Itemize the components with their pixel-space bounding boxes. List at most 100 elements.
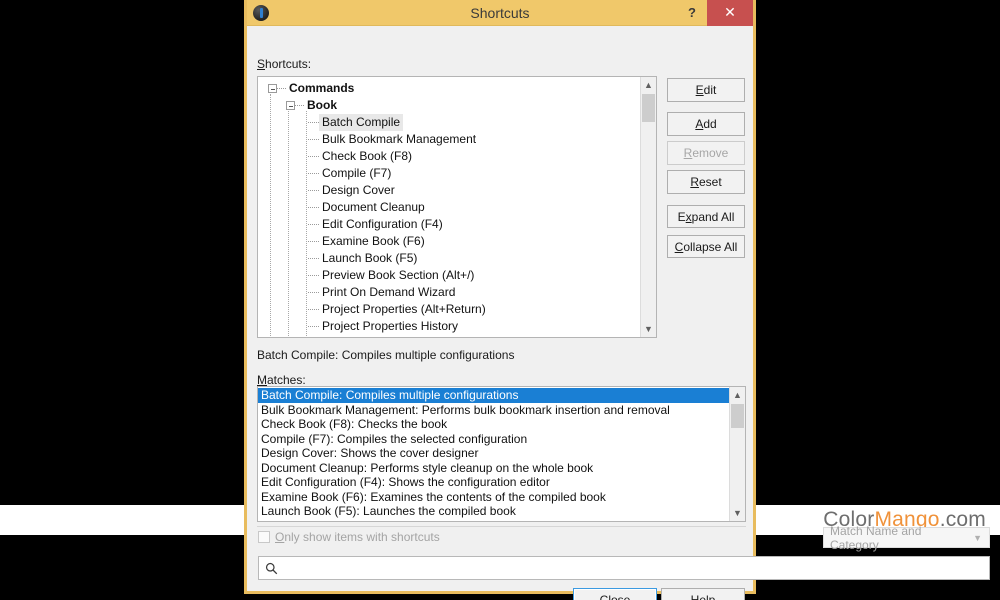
add-button-label: Add [695, 117, 717, 131]
tree-item-label: Design Cover [322, 183, 395, 197]
collapse-box-icon[interactable] [286, 101, 295, 110]
matches-vertical-scrollbar[interactable]: ▲ ▼ [729, 387, 745, 521]
tree-connector [308, 241, 319, 242]
match-row[interactable]: Design Cover: Shows the cover designer [258, 446, 745, 461]
tree-item-label: Document Cleanup [322, 200, 425, 214]
divider [257, 526, 746, 527]
tree-item-batch-compile[interactable]: Batch Compile [260, 114, 656, 131]
tree-item[interactable]: Edit Configuration (F4) [260, 216, 656, 233]
only-show-shortcuts-checkbox: Only show items with shortcuts [258, 530, 440, 544]
tree-node-commands[interactable]: Commands [260, 80, 656, 97]
tree-content: Commands Book Batch Compile Bulk Bookmar… [258, 77, 656, 337]
expand-all-button[interactable]: Expand All [667, 205, 745, 228]
match-row[interactable]: Compile (F7): Compiles the selected conf… [258, 432, 745, 447]
shortcuts-label: Shortcuts: [257, 57, 312, 71]
tree-item[interactable]: Preview Book Section (Alt+/) [260, 267, 656, 284]
tree-connector [308, 224, 319, 225]
tree-connector [308, 258, 319, 259]
match-row[interactable]: Edit Configuration (F4): Shows the confi… [258, 475, 745, 490]
tree-item[interactable]: Design Cover [260, 182, 656, 199]
search-input[interactable] [283, 558, 989, 578]
match-row[interactable]: Batch Compile: Compiles multiple configu… [258, 388, 745, 403]
edit-button[interactable]: Edit [667, 78, 745, 102]
commands-tree[interactable]: Commands Book Batch Compile Bulk Bookmar… [257, 76, 657, 338]
search-icon [265, 562, 278, 574]
tree-connector [308, 156, 319, 157]
tree-item-label: Examine Book (F6) [322, 234, 425, 248]
checkbox-box-icon [258, 531, 270, 543]
edit-button-label: Edit [695, 83, 717, 97]
tree-item[interactable]: Print On Demand Wizard [260, 284, 656, 301]
tree-item-label: Launch Book (F5) [322, 251, 418, 265]
collapse-all-button[interactable]: Collapse All [667, 235, 745, 258]
dialog-body: Shortcuts: Commands Book Batch Compile B… [247, 26, 990, 600]
tree-item-label: Preview Book Section (Alt+/) [322, 268, 475, 282]
search-box[interactable] [258, 556, 990, 580]
add-button[interactable]: Add [667, 112, 745, 136]
tree-item[interactable]: Compile (F7) [260, 165, 656, 182]
scroll-down-icon[interactable]: ▼ [730, 505, 745, 521]
close-button[interactable]: Close [573, 588, 657, 600]
reset-button[interactable]: Reset [667, 170, 745, 194]
tree-item[interactable]: Check Book (F8) [260, 148, 656, 165]
tree-connector [308, 309, 319, 310]
match-mode-value: Match Name and Category [830, 523, 922, 552]
close-button-label: Close [599, 593, 631, 600]
match-mode-dropdown: Match Name and Category ▼ [823, 524, 990, 552]
tree-connector [308, 275, 319, 276]
tree-item[interactable]: Project Properties (Alt+Return) [260, 301, 656, 318]
tree-item-label: Edit Configuration (F4) [322, 217, 443, 231]
app-info-icon [253, 4, 269, 21]
tree-connector [308, 122, 319, 123]
tree-item[interactable]: Examine Book (F6) [260, 233, 656, 250]
only-show-shortcuts-label: Only show items with shortcuts [275, 530, 440, 544]
help-button[interactable]: Help [661, 588, 745, 600]
match-row[interactable]: Bulk Bookmark Management: Performs bulk … [258, 403, 745, 418]
match-row[interactable]: Examine Book (F6): Examines the contents… [258, 490, 745, 505]
tree-connector [308, 207, 319, 208]
window-controls: ? ✕ [677, 0, 753, 26]
remove-button-label: Remove [683, 146, 729, 160]
tree-item-label: Project Properties (Alt+Return) [322, 302, 486, 316]
remove-button: Remove [667, 141, 745, 165]
tree-node-book[interactable]: Book [260, 97, 656, 114]
tree-item-label: Batch Compile [319, 114, 404, 131]
collapse-box-icon[interactable] [268, 84, 277, 93]
selected-command-description: Batch Compile: Compiles multiple configu… [257, 348, 515, 362]
chevron-down-icon: ▼ [973, 532, 982, 543]
match-row[interactable]: Launch Book (F5): Launches the compiled … [258, 504, 745, 519]
tree-connector [295, 105, 304, 106]
title-bar: Shortcuts ? ✕ [247, 0, 753, 26]
tree-item[interactable]: Project Properties History [260, 318, 656, 335]
help-titlebar-button[interactable]: ? [677, 0, 707, 26]
screen: ColorMango.com Shortcuts ? ✕ Shortcuts: [0, 0, 1000, 600]
tree-connector [308, 326, 319, 327]
scrollbar-thumb[interactable] [642, 94, 655, 122]
help-button-label: Help [690, 593, 716, 600]
tree-item-label: Check Book (F8) [322, 149, 413, 163]
shortcuts-label-text: hortcuts: [265, 57, 312, 71]
collapse-all-button-label: Collapse All [674, 239, 738, 254]
match-row[interactable]: Check Book (F8): Checks the book [258, 417, 745, 432]
tree-vertical-scrollbar[interactable]: ▲ ▼ [640, 77, 656, 337]
match-row[interactable]: Document Cleanup: Performs style cleanup… [258, 461, 745, 476]
close-window-button[interactable]: ✕ [707, 0, 753, 26]
scroll-down-icon[interactable]: ▼ [641, 321, 656, 337]
matches-label: Matches: [257, 373, 306, 387]
tree-connector [277, 88, 286, 89]
tree-connector [308, 292, 319, 293]
tree-node-label: Book [307, 98, 337, 112]
tree-item-label: Compile (F7) [322, 166, 392, 180]
scroll-up-icon[interactable]: ▲ [641, 77, 656, 93]
tree-item-label: Bulk Bookmark Management [322, 132, 477, 146]
matches-list[interactable]: Batch Compile: Compiles multiple configu… [257, 386, 746, 522]
tree-item[interactable]: Document Cleanup [260, 199, 656, 216]
tree-connector [308, 139, 319, 140]
tree-item[interactable]: Bulk Bookmark Management [260, 131, 656, 148]
expand-all-button-label: Expand All [677, 209, 735, 224]
scroll-up-icon[interactable]: ▲ [730, 387, 745, 403]
scrollbar-thumb[interactable] [731, 404, 744, 428]
tree-connector [308, 173, 319, 174]
tree-item[interactable]: Launch Book (F5) [260, 250, 656, 267]
tree-node-label: Commands [289, 81, 355, 95]
